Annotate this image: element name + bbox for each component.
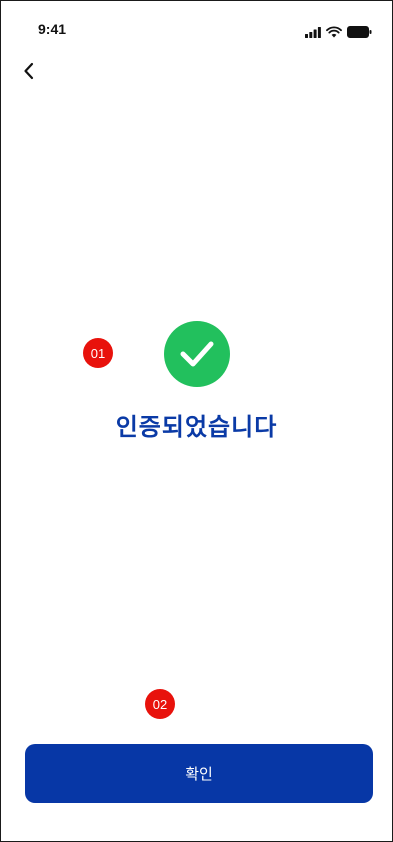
verification-complete-title: 인증되었습니다 bbox=[115, 413, 278, 441]
back-button[interactable] bbox=[15, 59, 43, 87]
status-bar: 9:41 bbox=[1, 1, 392, 53]
phone-screen: 9:41 01 인증되었습니다 02 확인 bbox=[0, 0, 393, 842]
annotation-badge-02: 02 bbox=[145, 689, 175, 719]
wifi-icon bbox=[326, 23, 342, 42]
status-time: 9:41 bbox=[38, 21, 67, 37]
check-circle-icon bbox=[164, 321, 230, 387]
signal-icon bbox=[305, 23, 321, 42]
status-icons bbox=[305, 23, 372, 42]
annotation-badge-01: 01 bbox=[83, 338, 113, 368]
chevron-left-icon bbox=[22, 61, 36, 85]
confirm-button[interactable]: 확인 bbox=[25, 744, 373, 803]
battery-icon bbox=[347, 23, 372, 42]
